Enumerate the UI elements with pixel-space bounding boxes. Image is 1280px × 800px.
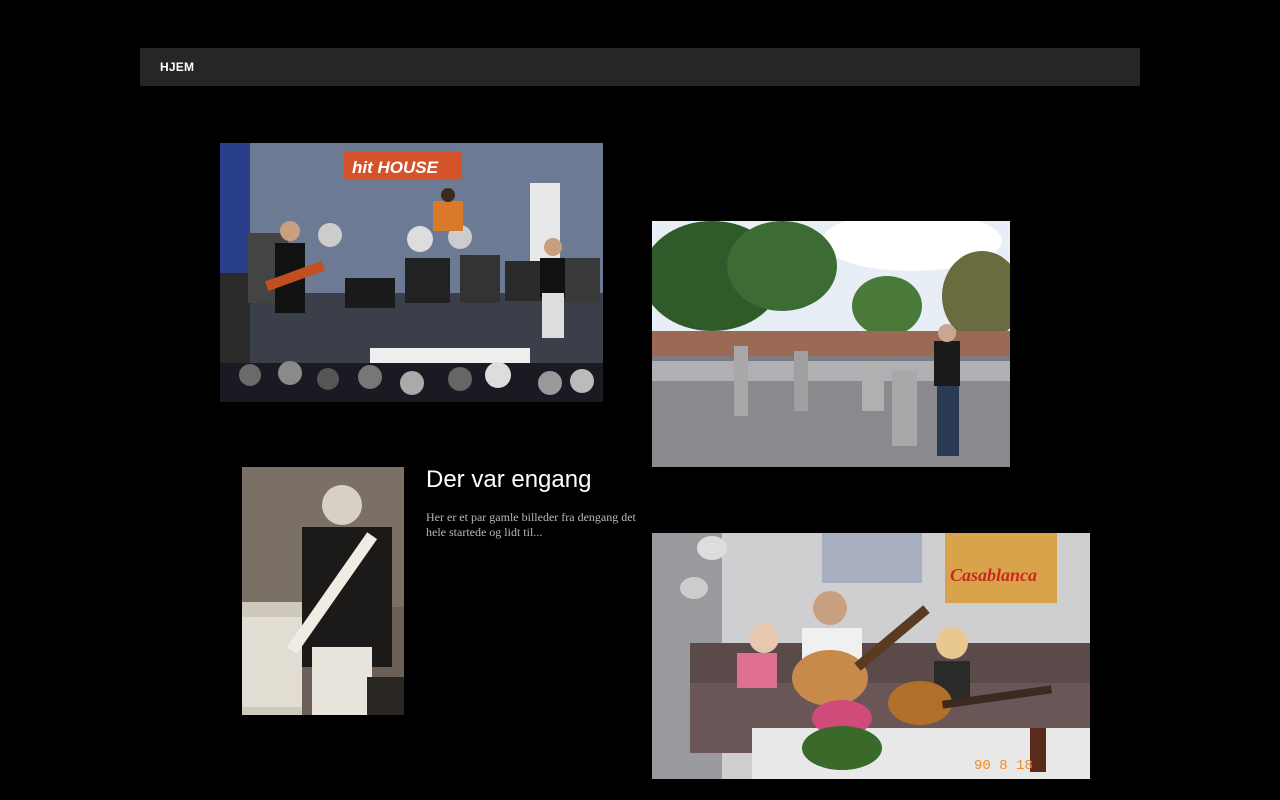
date-stamp: 90 8 18 [974,758,1033,774]
poster-text: Casablanca [950,565,1037,585]
photo-guitarist-portrait [242,467,404,715]
nav-link-home[interactable]: HJEM [160,60,194,74]
photo-family-living-room: Casablanca 90 8 18 [652,533,1090,779]
top-navbar: HJEM [140,48,1140,86]
stage-sign-text: hit HOUSE [352,158,439,177]
article-body: Her er et par gamle billeder fra dengang… [426,510,636,539]
photo-band-on-stage: hit HOUSE [220,143,603,402]
article-title: Der var engang [426,466,592,493]
photo-man-with-statues [652,221,1010,467]
